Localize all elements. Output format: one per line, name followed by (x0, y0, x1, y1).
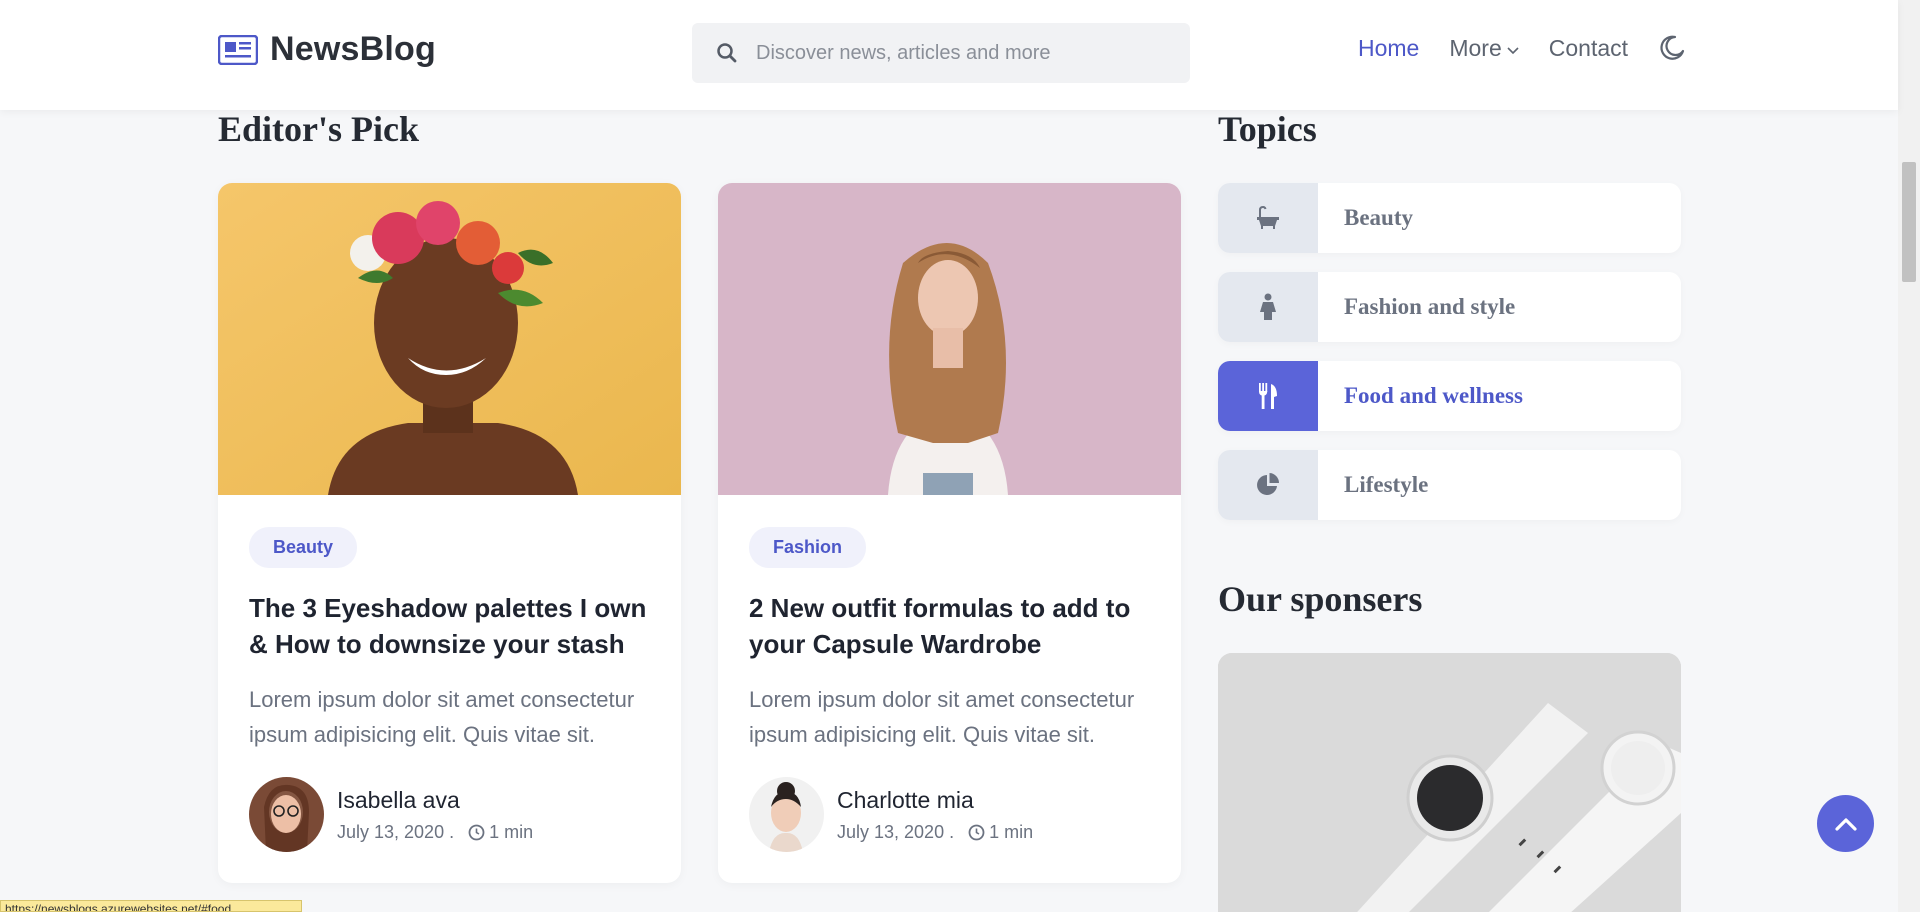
category-tag[interactable]: Fashion (749, 527, 867, 568)
topic-label: Lifestyle (1344, 472, 1429, 497)
author-name[interactable]: Charlotte mia (837, 787, 1033, 814)
topic-label: Fashion and style (1344, 294, 1516, 319)
post-date: July 13, 2020 . (337, 821, 455, 842)
woman-pink-background-image (718, 183, 1181, 495)
post-meta: July 13, 2020 . 1 min (337, 822, 533, 843)
scroll-to-top-button[interactable] (1817, 795, 1874, 852)
main-nav: Home More Contact (1358, 34, 1686, 62)
topics-heading: Topics (1218, 109, 1317, 149)
utensils-icon (1259, 383, 1277, 409)
clock-icon (468, 824, 485, 840)
avatar-image (249, 777, 324, 852)
article-excerpt: Lorem ipsum dolor sit amet consectetur i… (749, 687, 1135, 747)
person-icon (1260, 293, 1276, 320)
scrollbar-track[interactable] (1898, 0, 1920, 912)
author-block: Isabella ava July 13, 2020 . 1 min (249, 777, 650, 852)
topic-label: Beauty (1344, 205, 1413, 230)
nav-home-label: Home (1358, 34, 1420, 61)
sponsors-heading: Our sponsers (1218, 579, 1423, 619)
nav-more[interactable]: More (1449, 34, 1519, 62)
category-tag[interactable]: Beauty (249, 527, 358, 568)
article-card[interactable]: Fashion 2 New outfit formulas to add to … (718, 183, 1181, 883)
read-time: 1 min (489, 821, 534, 842)
chevron-down-icon (1507, 47, 1519, 55)
article-card[interactable]: Beauty The 3 Eyeshadow palettes I own & … (218, 183, 681, 883)
scrollbar-thumb[interactable] (1902, 162, 1916, 282)
search-icon (717, 43, 737, 63)
author-block: Charlotte mia July 13, 2020 . 1 min (749, 777, 1150, 852)
logo[interactable]: NewsBlog (218, 30, 436, 69)
avatar[interactable] (749, 777, 824, 852)
sponsor-banner[interactable] (1218, 653, 1681, 912)
topic-label: Food and wellness (1344, 383, 1523, 408)
nav-contact[interactable]: Contact (1549, 35, 1628, 62)
article-image[interactable] (218, 183, 681, 495)
nav-home[interactable]: Home (1358, 35, 1419, 62)
status-bar-url: https://newsblogs.azurewebsites.net/#foo… (0, 900, 302, 912)
watch-product-image (1218, 653, 1681, 912)
post-date: July 13, 2020 . (837, 821, 955, 842)
post-meta: July 13, 2020 . 1 min (837, 822, 1033, 843)
nav-more-label: More (1449, 34, 1502, 61)
article-excerpt: Lorem ipsum dolor sit amet consectetur i… (249, 687, 635, 747)
topic-food[interactable]: Food and wellness (1218, 361, 1681, 431)
search-bar (692, 23, 1190, 83)
article-image[interactable] (718, 183, 1181, 495)
read-time: 1 min (989, 821, 1034, 842)
moon-icon[interactable] (1658, 34, 1686, 62)
avatar[interactable] (249, 777, 324, 852)
article-title[interactable]: 2 New outfit formulas to add to your Cap… (749, 590, 1150, 662)
avatar-image (749, 777, 824, 852)
topic-lifestyle[interactable]: Lifestyle (1218, 450, 1681, 520)
topic-fashion[interactable]: Fashion and style (1218, 272, 1681, 342)
logo-text: NewsBlog (270, 30, 436, 68)
newspaper-icon (218, 34, 258, 65)
nav-contact-label: Contact (1548, 34, 1629, 61)
search-input[interactable] (756, 41, 1156, 65)
author-name[interactable]: Isabella ava (337, 787, 533, 814)
site-header: NewsBlog Home More Contact (0, 0, 1898, 110)
chevron-up-icon (1834, 817, 1857, 831)
pie-chart-icon (1257, 473, 1279, 495)
bath-icon (1257, 205, 1279, 229)
clock-icon (968, 824, 985, 840)
editors-pick-heading: Editor's Pick (218, 109, 420, 149)
article-title[interactable]: The 3 Eyeshadow palettes I own & How to … (249, 590, 650, 662)
woman-flower-crown-image (218, 183, 681, 495)
topic-beauty[interactable]: Beauty (1218, 183, 1681, 253)
